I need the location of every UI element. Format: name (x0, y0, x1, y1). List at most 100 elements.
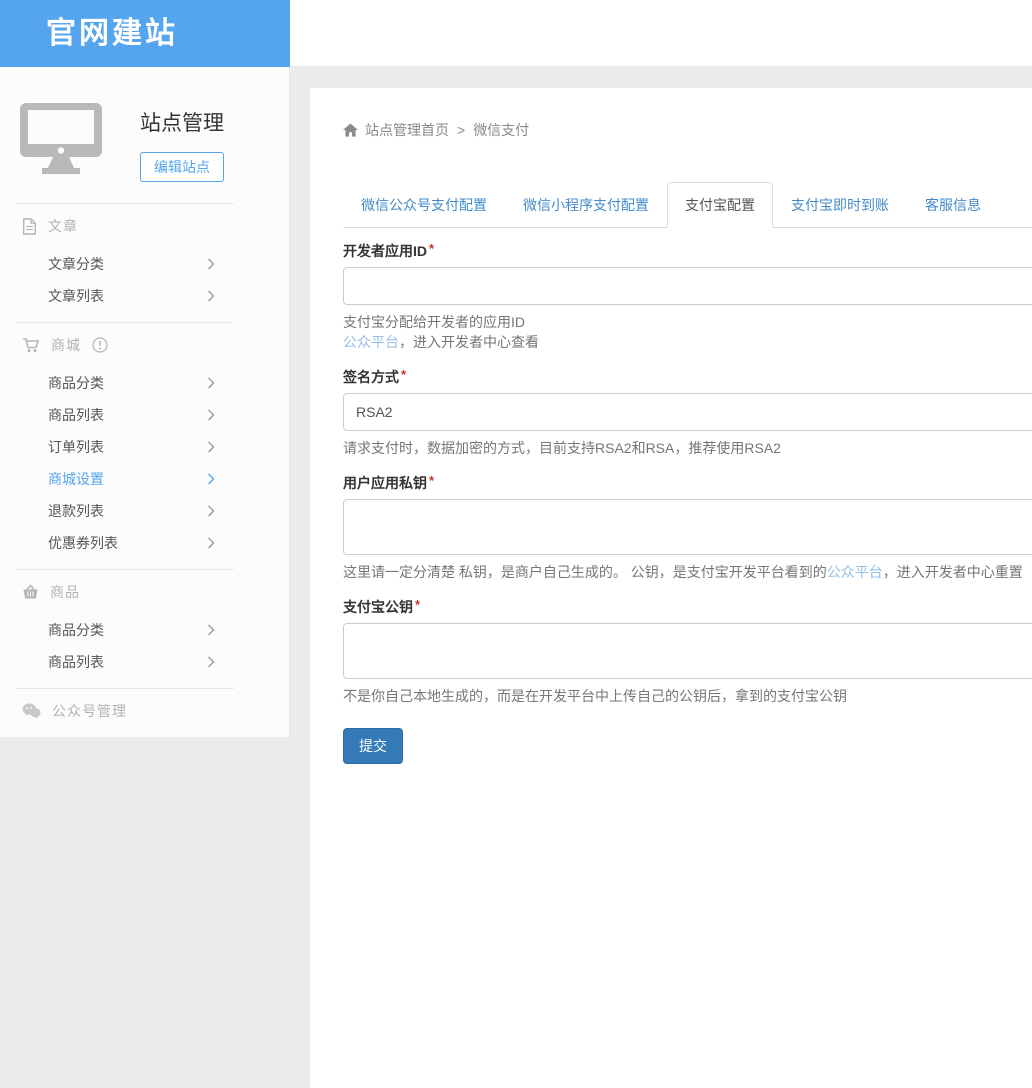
sidebar-item-order-list[interactable]: 订单列表 (0, 431, 289, 463)
sidebar-group-product: 商品 (0, 570, 289, 614)
tab-bar: 微信公众号支付配置 微信小程序支付配置 支付宝配置 支付宝即时到账 客服信息 (343, 182, 1032, 228)
content-card: 站点管理首页 > 微信支付 微信公众号支付配置 微信小程序支付配置 支付宝配置 … (310, 88, 1032, 1088)
wechat-icon (22, 703, 41, 719)
sidebar-item-product-list[interactable]: 商品列表 (0, 646, 289, 678)
sidebar-item-label: 优惠券列表 (48, 535, 118, 551)
sidebar: 站点管理 编辑站点 文章 文章分类 文章列表 (0, 67, 290, 737)
public-platform-link[interactable]: 公众平台 (343, 334, 399, 350)
sidebar-item-article-category[interactable]: 文章分类 (0, 248, 289, 280)
alipay-config-form: 开发者应用ID* 支付宝分配给开发者的应用ID 公众平台，进入开发者中心查看 签… (343, 241, 1032, 764)
sidebar-item-label: 退款列表 (48, 503, 104, 519)
edit-site-button[interactable]: 编辑站点 (140, 152, 224, 182)
field-label-text: 签名方式 (343, 369, 399, 385)
app-id-input[interactable] (343, 267, 1032, 305)
chevron-right-icon (207, 537, 215, 549)
required-marker: * (429, 241, 434, 256)
required-marker: * (415, 597, 420, 612)
site-panel: 站点管理 编辑站点 (0, 67, 289, 203)
field-help: 支付宝分配给开发者的应用ID 公众平台，进入开发者中心查看 (343, 312, 1032, 352)
monitor-icon (20, 103, 102, 175)
site-title: 站点管理 (140, 107, 224, 137)
info-icon (92, 337, 108, 353)
breadcrumb: 站点管理首页 > 微信支付 (343, 120, 1032, 140)
tab-customer-service[interactable]: 客服信息 (907, 182, 999, 228)
sidebar-item-goods-category[interactable]: 商品分类 (0, 367, 289, 399)
breadcrumb-current: 微信支付 (473, 120, 529, 140)
sidebar-item-mall-settings[interactable]: 商城设置 (0, 463, 289, 495)
field-label: 支付宝公钥* (343, 597, 1032, 617)
tab-wechat-miniprogram-pay[interactable]: 微信小程序支付配置 (505, 182, 667, 228)
breadcrumb-separator: > (457, 122, 465, 138)
sidebar-group-label: 公众号管理 (52, 701, 127, 721)
tab-alipay-instant[interactable]: 支付宝即时到账 (773, 182, 907, 228)
field-help: 这里请一定分清楚 私钥，是商户自己生成的。 公钥，是支付宝开发平台看到的公众平台… (343, 562, 1032, 582)
cart-icon (22, 337, 40, 353)
sidebar-item-label: 订单列表 (48, 439, 104, 455)
top-bar: 官网建站 (0, 0, 1032, 67)
chevron-right-icon (207, 377, 215, 389)
required-marker: * (429, 473, 434, 488)
chevron-right-icon (207, 290, 215, 302)
basket-icon (22, 584, 39, 600)
tab-alipay-config[interactable]: 支付宝配置 (667, 182, 773, 228)
sidebar-item-label: 商品列表 (48, 654, 104, 670)
field-label: 签名方式* (343, 367, 1032, 387)
alipay-public-key-textarea[interactable] (343, 623, 1032, 679)
help-line: 不是你自己本地生成的，而是在开发平台中上传自己的公钥后，拿到的支付宝公钥 (343, 686, 1032, 706)
public-platform-link[interactable]: 公众平台 (827, 564, 883, 580)
field-help: 请求支付时，数据加密的方式，目前支持RSA2和RSA，推荐使用RSA2 (343, 438, 1032, 458)
sidebar-item-label: 商城设置 (48, 471, 104, 487)
chevron-right-icon (207, 441, 215, 453)
sidebar-item-label: 商品列表 (48, 407, 104, 423)
field-label-text: 开发者应用ID (343, 243, 427, 259)
chevron-right-icon (207, 656, 215, 668)
field-alipay-public-key: 支付宝公钥* 不是你自己本地生成的，而是在开发平台中上传自己的公钥后，拿到的支付… (343, 597, 1032, 706)
sidebar-item-article-list[interactable]: 文章列表 (0, 280, 289, 312)
required-marker: * (401, 367, 406, 382)
field-label-text: 支付宝公钥 (343, 599, 413, 615)
site-info: 站点管理 编辑站点 (140, 107, 224, 182)
help-line: 请求支付时，数据加密的方式，目前支持RSA2和RSA，推荐使用RSA2 (343, 438, 1032, 458)
private-key-textarea[interactable] (343, 499, 1032, 555)
field-app-id: 开发者应用ID* 支付宝分配给开发者的应用ID 公众平台，进入开发者中心查看 (343, 241, 1032, 352)
sidebar-item-goods-list[interactable]: 商品列表 (0, 399, 289, 431)
sidebar-item-label: 文章分类 (48, 256, 104, 272)
home-icon (343, 123, 358, 137)
chevron-right-icon (207, 409, 215, 421)
field-help: 不是你自己本地生成的，而是在开发平台中上传自己的公钥后，拿到的支付宝公钥 (343, 686, 1032, 706)
chevron-right-icon (207, 473, 215, 485)
sidebar-group-official-account[interactable]: 公众号管理 (0, 689, 289, 733)
document-icon (22, 218, 37, 235)
sidebar-item-label: 商品分类 (48, 622, 104, 638)
breadcrumb-home-link[interactable]: 站点管理首页 (365, 120, 449, 140)
field-sign-type: 签名方式* 请求支付时，数据加密的方式，目前支持RSA2和RSA，推荐使用RSA… (343, 367, 1032, 458)
field-private-key: 用户应用私钥* 这里请一定分清楚 私钥，是商户自己生成的。 公钥，是支付宝开发平… (343, 473, 1032, 582)
field-label: 开发者应用ID* (343, 241, 1032, 261)
help-text: 这里请一定分清楚 私钥，是商户自己生成的。 公钥，是支付宝开发平台看到的 (343, 564, 827, 580)
sidebar-group-mall: 商城 (0, 323, 289, 367)
sidebar-group-article: 文章 (0, 204, 289, 248)
help-line: 公众平台，进入开发者中心查看 (343, 332, 1032, 352)
help-line: 这里请一定分清楚 私钥，是商户自己生成的。 公钥，是支付宝开发平台看到的公众平台… (343, 562, 1032, 582)
help-text: ，进入开发者中心重置 (883, 564, 1023, 580)
tab-wechat-official-pay[interactable]: 微信公众号支付配置 (343, 182, 505, 228)
sign-type-input[interactable] (343, 393, 1032, 431)
field-label-text: 用户应用私钥 (343, 475, 427, 491)
help-line: 支付宝分配给开发者的应用ID (343, 312, 1032, 332)
sidebar-item-product-category[interactable]: 商品分类 (0, 614, 289, 646)
sidebar-item-coupon-list[interactable]: 优惠券列表 (0, 527, 289, 559)
chevron-right-icon (207, 258, 215, 270)
field-label: 用户应用私钥* (343, 473, 1032, 493)
main-area: 站点管理首页 > 微信支付 微信公众号支付配置 微信小程序支付配置 支付宝配置 … (290, 67, 1032, 737)
submit-button[interactable]: 提交 (343, 728, 403, 764)
sidebar-group-label: 商城 (51, 335, 81, 355)
sidebar-group-label: 文章 (48, 216, 78, 236)
help-text: ，进入开发者中心查看 (399, 334, 539, 350)
sidebar-item-label: 商品分类 (48, 375, 104, 391)
sidebar-item-refund-list[interactable]: 退款列表 (0, 495, 289, 527)
sidebar-item-label: 文章列表 (48, 288, 104, 304)
sidebar-group-label: 商品 (50, 582, 80, 602)
app-logo: 官网建站 (0, 0, 290, 67)
chevron-right-icon (207, 505, 215, 517)
chevron-right-icon (207, 624, 215, 636)
